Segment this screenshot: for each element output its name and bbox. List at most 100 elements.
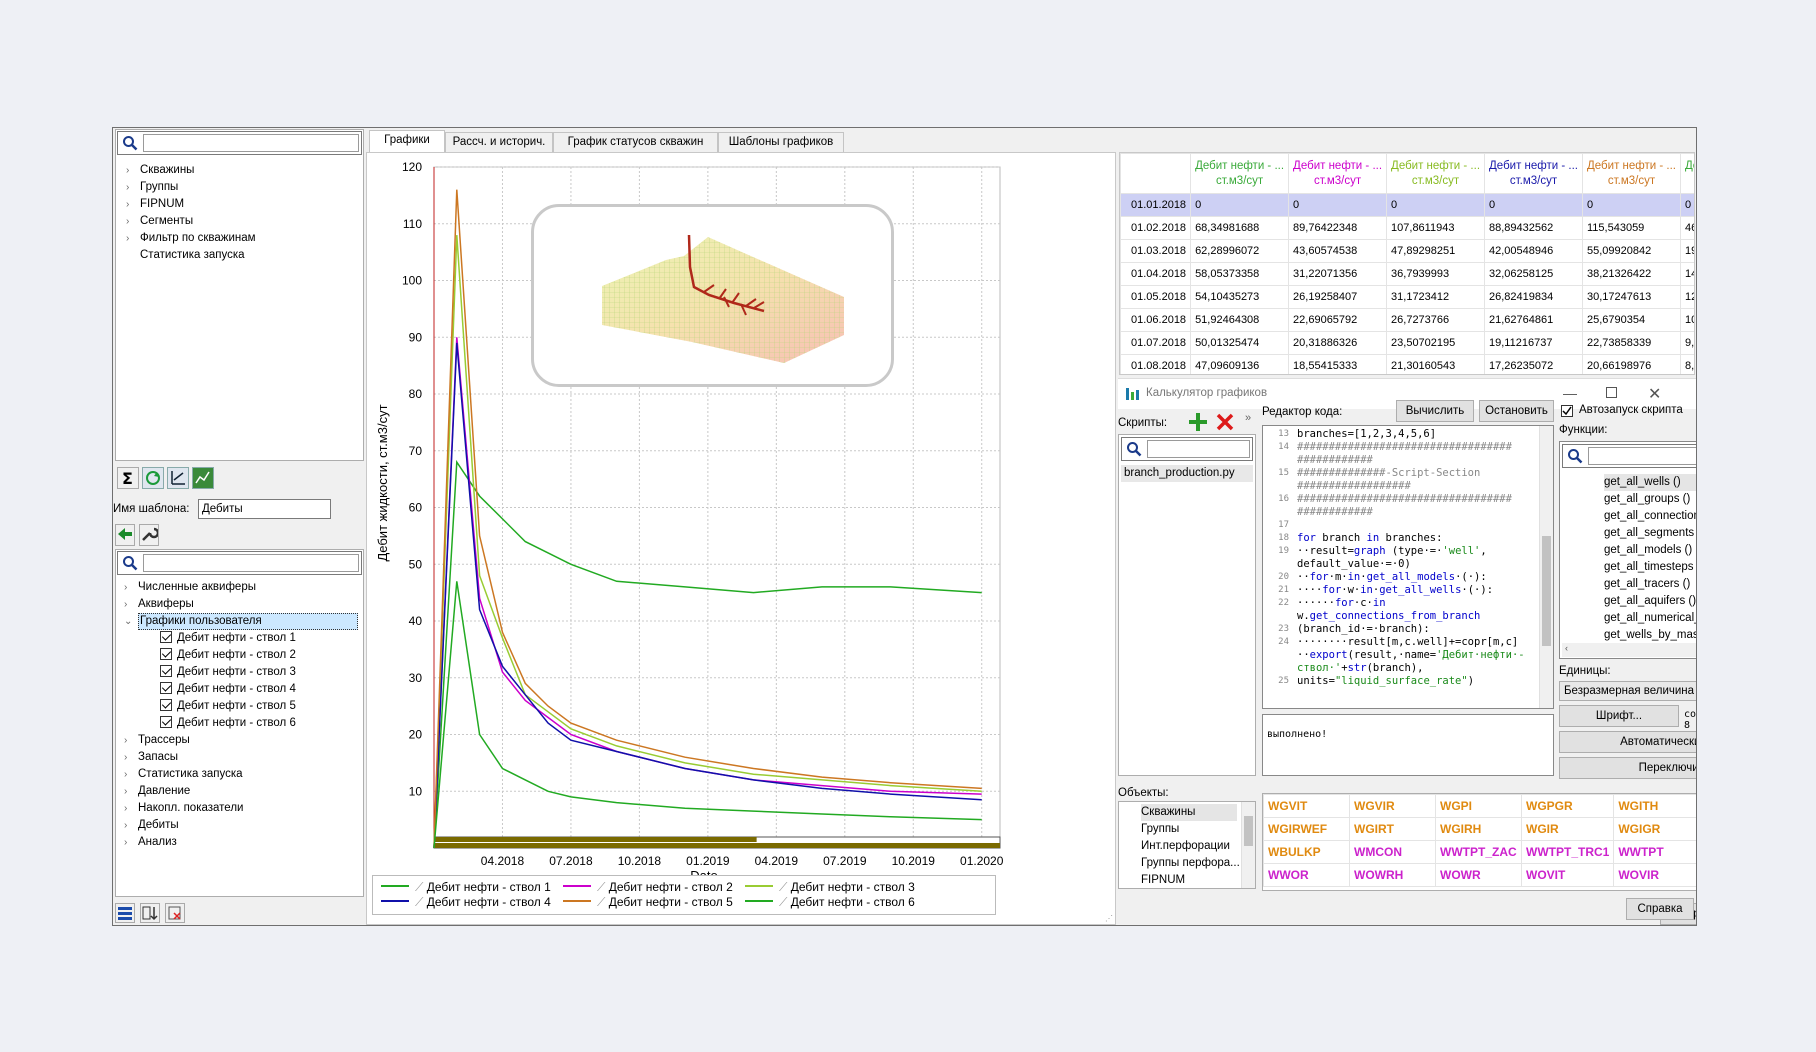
tree-item[interactable]: › Скважины xyxy=(126,162,256,179)
search-input[interactable] xyxy=(143,134,359,152)
mnemonic-cell[interactable]: WGIRT xyxy=(1349,817,1436,841)
function-item[interactable]: get_wells_by_mask ('') xyxy=(1604,627,1696,644)
switch-view-button[interactable]: Переключить вид xyxy=(1559,757,1696,779)
graph-item[interactable]: Дебит нефти - ствол 6 xyxy=(124,715,358,732)
object-item[interactable]: Группы xyxy=(1141,821,1240,838)
clear-button[interactable] xyxy=(165,903,185,923)
axis-button[interactable] xyxy=(167,467,189,489)
mnemonic-cell[interactable]: WWTPT xyxy=(1613,840,1696,864)
refresh-button[interactable] xyxy=(142,467,164,489)
mnemonic-cell[interactable]: WGIR xyxy=(1520,817,1615,841)
sum-button[interactable]: Σ xyxy=(117,467,139,489)
search-input[interactable] xyxy=(143,554,359,572)
expand-icon[interactable]: › xyxy=(124,834,138,851)
tree-item[interactable]: › Численные аквиферы xyxy=(124,579,358,596)
object-item[interactable]: FIPNUM xyxy=(1141,872,1240,888)
object-item[interactable]: Группы перфора... xyxy=(1141,855,1240,872)
expand-icon[interactable]: › xyxy=(124,817,138,834)
script-item[interactable]: branch_production.py xyxy=(1121,465,1253,482)
expand-icon[interactable]: › xyxy=(126,213,140,230)
function-item[interactable]: get_all_numerical_aquifers () xyxy=(1604,610,1696,627)
function-item[interactable]: get_all_wells () xyxy=(1604,474,1696,491)
sort-button[interactable] xyxy=(140,903,160,923)
search-input[interactable] xyxy=(1147,440,1250,458)
function-item[interactable]: get_all_connections (type = ' ') xyxy=(1604,508,1696,525)
graph-item[interactable]: Дебит нефти - ствол 1 xyxy=(124,630,358,647)
expand-icon[interactable]: › xyxy=(126,162,140,179)
object-item[interactable]: Скважины xyxy=(1141,804,1237,821)
mnemonic-cell[interactable]: WGVIT xyxy=(1263,794,1350,818)
settings-button[interactable] xyxy=(139,524,160,546)
tree-item[interactable]: › Трассеры xyxy=(124,732,358,749)
tab-calc-history[interactable]: Рассч. и историч. xyxy=(445,132,553,152)
function-item[interactable]: get_all_segments () xyxy=(1604,525,1696,542)
remove-script-icon[interactable] xyxy=(1215,412,1235,432)
mnemonic-cell[interactable]: WGIRH xyxy=(1435,817,1522,841)
table-row[interactable]: 01.05.2018 54,10435273 26,19258407 31,17234… xyxy=(1120,285,1694,309)
function-item[interactable]: get_all_timesteps () xyxy=(1604,559,1696,576)
resize-grip-icon[interactable]: ⋰ xyxy=(1105,914,1113,923)
expand-icon[interactable]: › xyxy=(126,230,140,247)
tree-item[interactable]: ⌄ Графики пользователя xyxy=(124,613,358,630)
expand-icon[interactable]: › xyxy=(124,579,138,596)
mnemonic-cell[interactable]: WWOR xyxy=(1263,863,1350,887)
editor-scrollbar[interactable] xyxy=(1539,426,1553,708)
legend-item[interactable]: ⟋ Дебит нефти - ствол 2 xyxy=(563,879,733,895)
help-button[interactable]: Справка xyxy=(1626,898,1694,920)
mnemonic-cell[interactable]: WOVIT xyxy=(1520,863,1615,887)
table-row[interactable]: 01.03.2018 62,28996072 43,60574538 47,89298… xyxy=(1120,239,1694,263)
stop-button[interactable]: Остановить xyxy=(1479,400,1554,422)
column-header[interactable]: Дебит нефти - ... ст.м3/сут xyxy=(1582,153,1681,194)
function-item[interactable]: get_all_models () xyxy=(1604,542,1696,559)
tree-item[interactable]: › Давление xyxy=(124,783,358,800)
function-item[interactable]: get_all_tracers () xyxy=(1604,576,1696,593)
expand-icon[interactable]: › xyxy=(124,766,138,783)
maximize-icon[interactable] xyxy=(1606,387,1617,398)
graph-item[interactable]: Дебит нефти - ствол 5 xyxy=(124,698,358,715)
legend-item[interactable]: ⟋ Дебит нефти - ствол 3 xyxy=(745,879,915,895)
tree-item[interactable]: Статистика запуска xyxy=(126,247,256,264)
search-input[interactable] xyxy=(1588,447,1696,465)
font-button[interactable]: Шрифт... xyxy=(1559,705,1679,727)
tab-well-status[interactable]: График статусов скважин xyxy=(553,132,718,152)
table-row[interactable]: 01.01.2018 0 0 0 0 0 0 xyxy=(1120,193,1694,217)
tree-item[interactable]: › Фильтр по скважинам xyxy=(126,230,256,247)
functions-search[interactable] xyxy=(1562,444,1696,468)
graph-item[interactable]: Дебит нефти - ствол 4 xyxy=(124,681,358,698)
table-row[interactable]: 01.07.2018 50,01325474 20,31886326 23,50702… xyxy=(1120,331,1694,355)
mnemonic-cell[interactable]: WWTPT_TRC1 xyxy=(1520,840,1615,864)
mnemonic-cell[interactable]: WGVIR xyxy=(1349,794,1436,818)
chart-add-button[interactable] xyxy=(192,467,214,489)
mnemonic-cell[interactable]: WGPGR xyxy=(1520,794,1615,818)
close-icon[interactable]: ✕ xyxy=(1648,384,1661,404)
column-header[interactable]: Дебит нефти - ... ст.м3/сут xyxy=(1484,153,1583,194)
tab-templates[interactable]: Шаблоны графиков xyxy=(718,132,844,152)
graph-checkbox[interactable] xyxy=(160,648,172,660)
compute-button[interactable]: Вычислить xyxy=(1396,400,1474,422)
minimize-icon[interactable]: — xyxy=(1563,385,1577,401)
tree-item[interactable]: › Группы xyxy=(126,179,256,196)
graphs-search[interactable] xyxy=(117,551,362,575)
tree-item[interactable]: › Статистика запуска xyxy=(124,766,358,783)
tree-item[interactable]: › Накопл. показатели xyxy=(124,800,358,817)
mnemonic-cell[interactable]: WGIGR xyxy=(1613,817,1696,841)
tab-graphs[interactable]: Графики xyxy=(369,130,445,153)
mnemonic-cell[interactable]: WGPI xyxy=(1435,794,1522,818)
expand-icon[interactable]: › xyxy=(124,749,138,766)
auto-export-button[interactable]: Автоматический экспорт xyxy=(1559,731,1696,753)
expand-icon[interactable]: › xyxy=(124,732,138,749)
graph-item[interactable]: Дебит нефти - ствол 2 xyxy=(124,647,358,664)
column-header[interactable]: Дебит нефти - ... ст.м3/сут xyxy=(1386,153,1486,194)
units-select[interactable]: Безразмерная величина ()⌄ xyxy=(1559,681,1696,701)
legend-item[interactable]: ⟋ Дебит нефти - ствол 1 xyxy=(381,879,551,895)
mnemonic-cell[interactable]: WWTPT_ZAC xyxy=(1435,840,1522,864)
tree-item[interactable]: › Запасы xyxy=(124,749,358,766)
graph-checkbox[interactable] xyxy=(160,682,172,694)
mnemonic-cell[interactable]: WOWR xyxy=(1435,863,1522,887)
column-header[interactable]: Дебит нефти - ... ст.м3/сут xyxy=(1288,153,1388,194)
graph-item[interactable]: Дебит нефти - ствол 3 xyxy=(124,664,358,681)
expand-icon[interactable]: › xyxy=(126,179,140,196)
tree-item[interactable]: › Анализ xyxy=(124,834,358,851)
mnemonic-cell[interactable]: WGITH xyxy=(1613,794,1696,818)
graph-checkbox[interactable] xyxy=(160,699,172,711)
